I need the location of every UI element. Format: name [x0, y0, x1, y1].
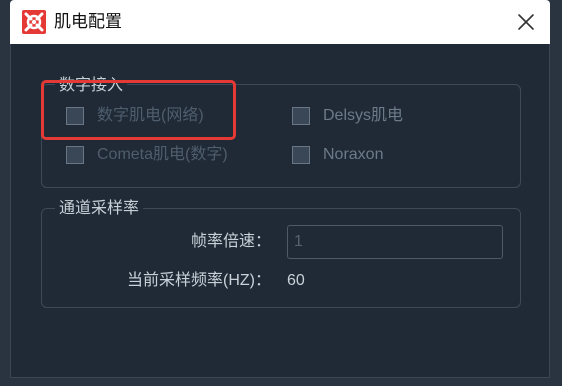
digital-access-group: [41, 84, 521, 188]
option-label: 数字肌电(网络): [97, 107, 204, 124]
channel-sampling-group-title: 通道采样率: [55, 199, 144, 219]
checkbox[interactable]: [66, 107, 84, 125]
frame-rate-label: 帧率倍速：: [190, 233, 271, 250]
current-sampling-rate-value: 60: [287, 272, 305, 289]
option-label: Cometa肌电(数字): [97, 146, 228, 163]
checkbox[interactable]: [292, 146, 310, 164]
checkbox[interactable]: [292, 107, 310, 125]
option-label: Delsys肌电: [323, 107, 404, 124]
app-logo-icon: [22, 10, 46, 34]
option-digital-emg-network[interactable]: 数字肌电(网络): [66, 106, 204, 126]
frame-rate-input[interactable]: [287, 225, 503, 259]
current-sampling-rate-label: 当前采样频率(HZ)：: [127, 272, 271, 289]
checkbox[interactable]: [66, 146, 84, 164]
option-delsys-emg[interactable]: Delsys肌电: [292, 106, 403, 126]
emg-config-dialog: 肌电配置 数字接入 数字肌电(网络) Delsys肌电 Cometa肌电(数字)…: [0, 0, 562, 386]
window-title: 肌电配置: [54, 12, 122, 31]
digital-access-group-title: 数字接入: [55, 76, 128, 96]
option-cometa-emg-digital[interactable]: Cometa肌电(数字): [66, 145, 228, 165]
option-label: Noraxon: [323, 146, 384, 163]
close-icon[interactable]: [514, 10, 538, 34]
dialog-body: 数字接入 数字肌电(网络) Delsys肌电 Cometa肌电(数字) Nora…: [10, 44, 550, 378]
title-bar: 肌电配置: [10, 0, 550, 44]
option-noraxon[interactable]: Noraxon: [292, 145, 383, 165]
